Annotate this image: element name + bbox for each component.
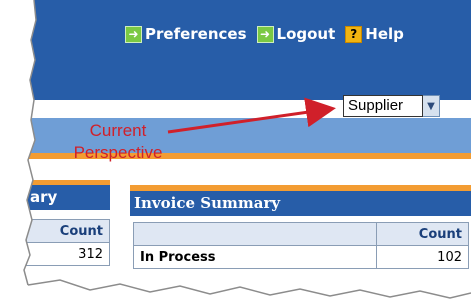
- torn-edge-decoration: [0, 0, 471, 306]
